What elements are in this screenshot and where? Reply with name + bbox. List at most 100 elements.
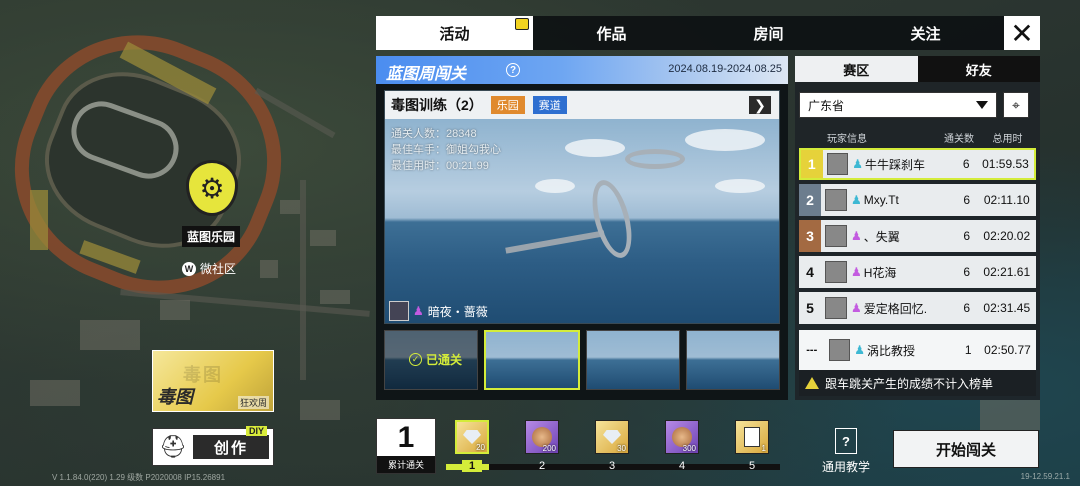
player-name: Mxy.Tt: [863, 193, 899, 207]
building: [30, 380, 80, 406]
tab-works[interactable]: 作品: [533, 16, 690, 50]
reward-item: 300: [665, 420, 699, 454]
community-icon: W: [182, 261, 196, 276]
level-preview-image: 通关人数：28348 最佳车手：御姐勾我心 最佳用时：00:21.99 ♟ 暗夜…: [385, 119, 779, 323]
region-dropdown[interactable]: 广东省: [799, 92, 997, 118]
reward-qty: 30: [617, 444, 626, 453]
level-thumbnail[interactable]: [586, 330, 680, 390]
female-icon: ♟: [413, 304, 424, 318]
step-label: 4: [678, 460, 686, 472]
tab-activity-label: 活动: [439, 25, 470, 43]
male-icon: ♟: [854, 343, 865, 357]
building: [80, 320, 140, 350]
table-row[interactable]: 3 ♟ 、失翼 6 02:20.02: [799, 220, 1036, 252]
male-icon: ♟: [852, 157, 864, 171]
road: [300, 180, 306, 380]
reward-item: 200: [525, 420, 559, 454]
community-label: 微社区: [200, 262, 237, 276]
event-promo-card[interactable]: 毒图 毒图 狂欢周: [152, 350, 274, 412]
cloud: [565, 139, 625, 157]
help-icon[interactable]: ?: [506, 63, 520, 77]
check-icon: ✓: [409, 353, 422, 366]
table-row[interactable]: 5 ♟ 爱定格回忆. 6 02:31.45: [799, 292, 1036, 324]
table-row[interactable]: 1 ♟ 牛牛踩刹车 6 01:59.53: [799, 148, 1036, 180]
track-spiral: [585, 175, 639, 263]
tab-rooms-label: 房间: [753, 25, 784, 43]
creator-name: 暗夜・蔷薇: [427, 304, 488, 319]
tab-activity[interactable]: 活动: [376, 16, 533, 50]
start-challenge-button[interactable]: 开始闯关: [893, 430, 1039, 468]
level-thumbnails: ✓ 已通关: [384, 330, 780, 392]
level-thumbnail[interactable]: [484, 330, 580, 390]
level-card[interactable]: 毒图训练（2） 乐园 赛道 ❯ 通关人数：28348 最佳车手：御姐勾我心 最佳…: [384, 90, 780, 324]
table-row[interactable]: 4 ♟ H花海 6 02:21.61: [799, 256, 1036, 288]
player-name: 、失翼: [863, 229, 900, 244]
tab-friends[interactable]: 好友: [917, 56, 1040, 82]
leaderboard: 赛区 好友 广东省 ⌖ 玩家信息 通关数 总用时 1 ♟ 牛牛踩刹车 6 01:…: [795, 56, 1040, 400]
step-label: 2: [538, 460, 546, 472]
creator-avatar: [389, 301, 409, 321]
header-player: 玩家信息: [827, 133, 867, 145]
player-name: 牛牛踩刹车: [865, 157, 926, 172]
chevron-right-icon[interactable]: ❯: [749, 96, 771, 114]
diy-tag: DIY: [246, 426, 268, 436]
tab-rooms[interactable]: 房间: [690, 16, 847, 50]
table-row[interactable]: 2 ♟ Mxy.Tt 6 02:11.10: [799, 184, 1036, 216]
tutorial-button[interactable]: ? 通用教学: [818, 428, 874, 475]
avatar: [826, 153, 849, 175]
close-icon[interactable]: ✕: [1004, 16, 1040, 50]
event-card-title: 毒图: [157, 387, 193, 407]
warning-icon: [805, 377, 819, 389]
reward-qty: 200: [542, 444, 556, 453]
best-racer: 最佳车手：御姐勾我心: [391, 144, 501, 156]
reward-box[interactable]: 200: [524, 418, 560, 456]
event-card-subtitle: 狂欢周: [237, 396, 269, 409]
location-pin-icon[interactable]: ⌖: [1003, 92, 1029, 118]
community-link[interactable]: W 微社区: [182, 260, 236, 277]
passed-label: 已通关: [426, 353, 463, 367]
level-thumbnail[interactable]: [686, 330, 780, 390]
event-panel: 蓝图周闯关 ? 2024.08.19-2024.08.25 毒图训练（2） 乐园…: [376, 56, 788, 400]
level-thumbnail[interactable]: ✓ 已通关: [384, 330, 478, 390]
player-time: 02:11.10: [983, 193, 1030, 207]
step-label: 5: [748, 460, 756, 472]
building: [310, 230, 336, 246]
warning-text: 跟车跳关产生的成绩不计入榜单: [825, 376, 994, 391]
tab-following-label: 关注: [910, 25, 941, 43]
reward-box[interactable]: 20: [454, 418, 490, 456]
building: [260, 260, 278, 278]
rank-badge: 4: [806, 264, 814, 280]
diamond-icon: [603, 430, 621, 444]
tab-following[interactable]: 关注: [847, 16, 1004, 50]
grandstand: [30, 190, 48, 250]
player-time: 02:20.02: [983, 229, 1031, 243]
male-icon: ♟: [851, 193, 862, 207]
tab-region[interactable]: 赛区: [795, 56, 918, 82]
total-clears-count: 1: [397, 421, 415, 454]
reward-qty: 1: [761, 444, 766, 453]
player-name: 爱定格回忆.: [863, 301, 928, 316]
helmet-icon: ⛑: [159, 434, 187, 459]
building: [980, 400, 1040, 430]
my-clears: 1: [964, 343, 972, 357]
avatar: [825, 225, 847, 247]
level-name: 毒图训练（2）: [391, 97, 483, 113]
reward-box[interactable]: 1: [734, 418, 770, 456]
track-loop: [625, 149, 685, 169]
tag-track: 赛道: [532, 96, 567, 114]
cloud: [715, 179, 765, 193]
avatar: [825, 189, 847, 211]
reward-box[interactable]: 30: [594, 418, 630, 456]
step-label: 3: [608, 460, 616, 472]
player-clears: 6: [963, 193, 971, 207]
level-creator[interactable]: ♟ 暗夜・蔷薇: [389, 301, 488, 321]
top-tab-bar: 活动 作品 房间 关注: [376, 16, 1004, 50]
header-time: 总用时: [992, 133, 1023, 145]
best-time: 最佳用时：00:21.99: [391, 160, 489, 172]
park-map-marker[interactable]: ⚙: [186, 160, 242, 226]
female-icon: ♟: [851, 229, 862, 243]
building: [300, 400, 340, 420]
my-rank-row[interactable]: --- ♟ 涡比教授 1 02:50.77: [799, 330, 1036, 370]
version-right-text: 19-12.59.21.1: [1020, 472, 1070, 481]
reward-box[interactable]: 300: [664, 418, 700, 456]
